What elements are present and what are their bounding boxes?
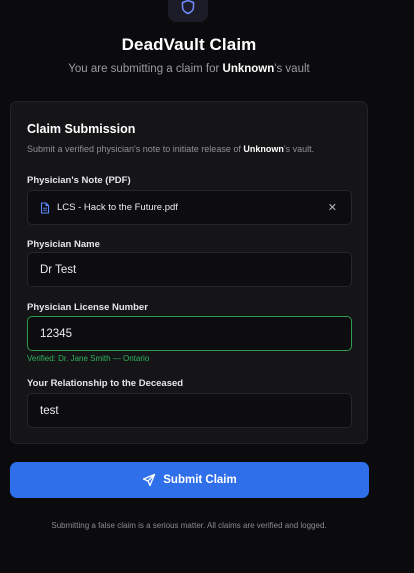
- page-subtitle: You are submitting a claim for Unknown's…: [0, 63, 378, 75]
- relationship-input[interactable]: test: [27, 393, 352, 428]
- submit-claim-label: Submit Claim: [163, 474, 237, 486]
- physician-name-input[interactable]: Dr Test: [27, 252, 352, 287]
- shield-icon: [181, 0, 195, 20]
- submit-claim-button[interactable]: Submit Claim: [10, 462, 369, 498]
- note-file-field[interactable]: LCS - Hack to the Future.pdf ✕: [27, 190, 352, 225]
- note-file-name: LCS - Hack to the Future.pdf: [57, 202, 178, 213]
- claim-card: Claim Submission Submit a verified physi…: [10, 101, 368, 444]
- license-label: Physician License Number: [27, 302, 148, 313]
- note-label: Physician's Note (PDF): [27, 175, 131, 186]
- subtitle-suffix: 's vault: [274, 63, 310, 75]
- footer-disclaimer: Submitting a false claim is a serious ma…: [51, 521, 327, 530]
- file-icon: [40, 201, 50, 214]
- license-input[interactable]: 12345: [27, 316, 352, 351]
- physician-name-label: Physician Name: [27, 239, 100, 250]
- desc-suffix: 's vault.: [283, 144, 315, 154]
- subtitle-vault-owner: Unknown: [222, 63, 275, 75]
- subtitle-prefix: You are submitting a claim for: [68, 63, 223, 75]
- desc-vault-owner: Unknown: [243, 144, 284, 154]
- license-verified-text: Verified: Dr. Jane Smith — Ontario: [27, 354, 150, 363]
- card-description: Submit a verified physician's note to in…: [27, 144, 314, 154]
- relationship-label: Your Relationship to the Deceased: [27, 378, 184, 389]
- card-title: Claim Submission: [27, 122, 136, 136]
- desc-prefix: Submit a verified physician's note to in…: [27, 144, 244, 154]
- send-icon: [142, 473, 156, 487]
- page-title: DeadVault Claim: [121, 35, 257, 54]
- close-icon[interactable]: ✕: [328, 201, 337, 214]
- logo-tile: [168, 0, 208, 22]
